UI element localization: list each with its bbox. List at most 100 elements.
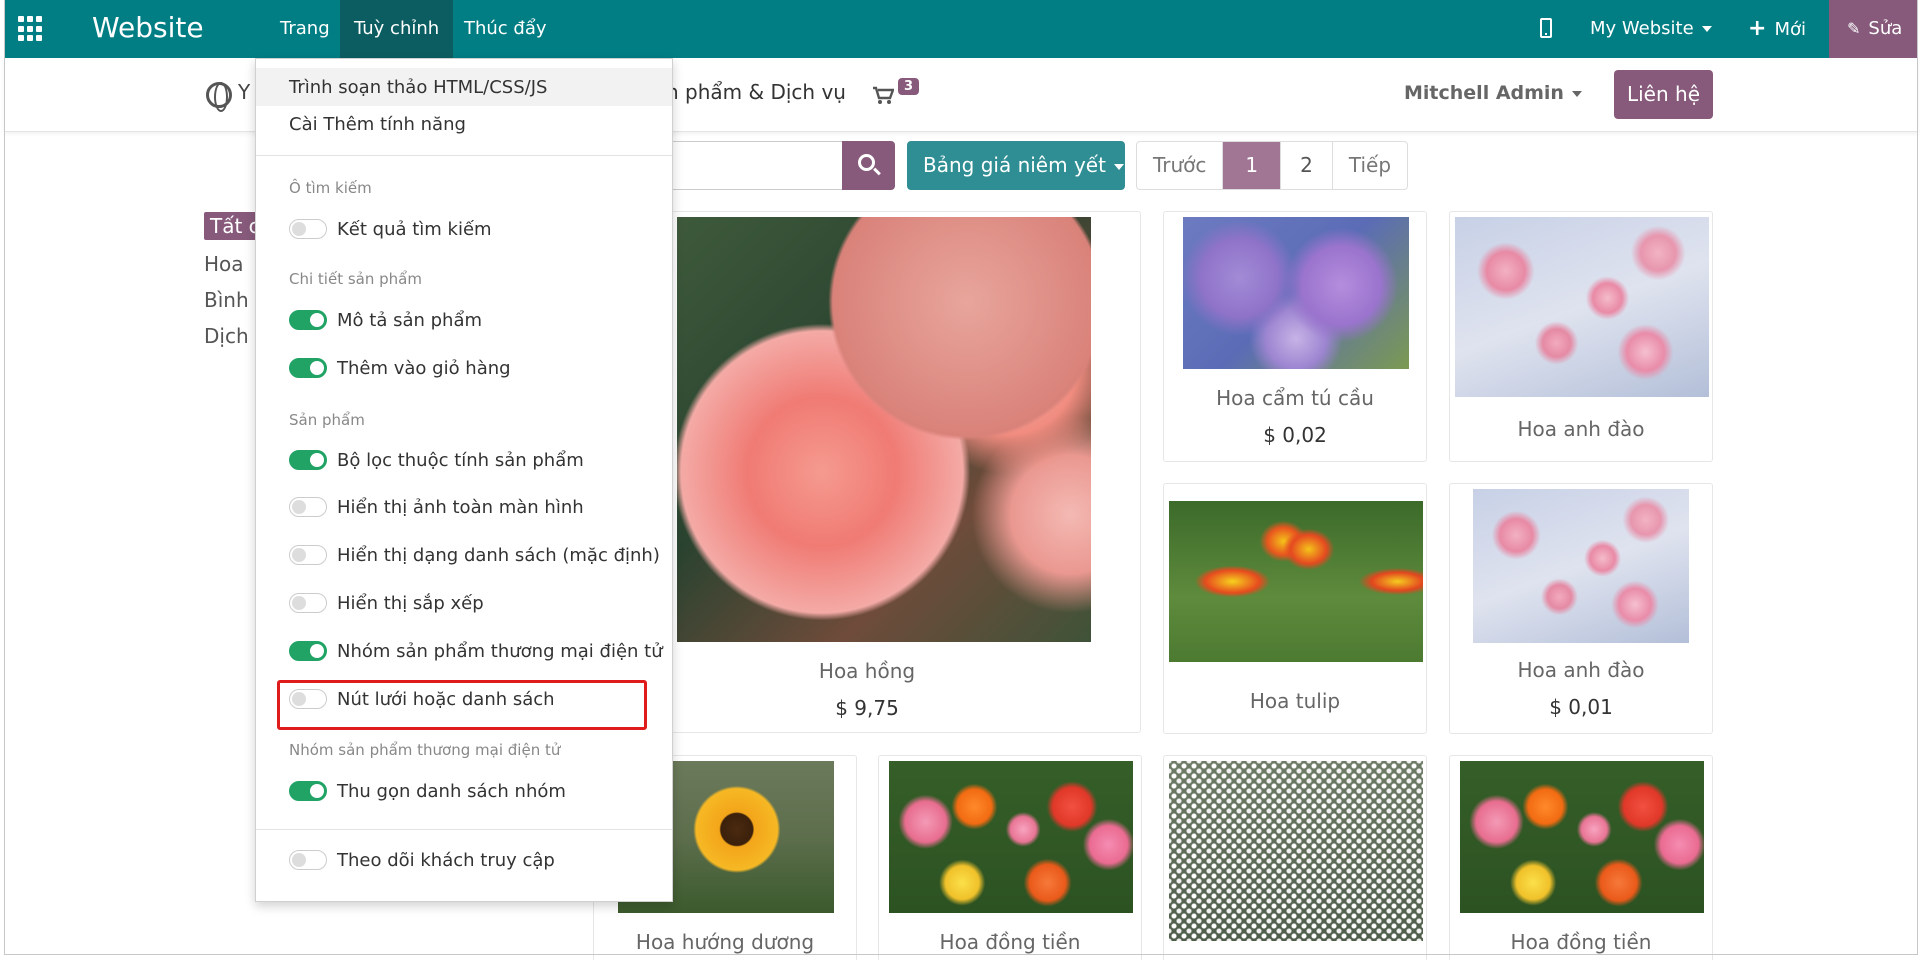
product-image[interactable] <box>1169 761 1423 941</box>
cart-count-badge: 3 <box>898 78 920 95</box>
toggle-switch[interactable] <box>289 219 327 239</box>
user-menu[interactable]: Mitchell Admin <box>1404 82 1582 104</box>
contact-button[interactable]: Liên hệ <box>1614 70 1713 119</box>
product-name[interactable]: Hoa tulip <box>1164 689 1426 713</box>
option-label: Mô tả sản phẩm <box>337 309 483 331</box>
product-image[interactable] <box>1455 217 1709 397</box>
divider <box>256 155 672 156</box>
product-image[interactable] <box>1473 489 1689 643</box>
top-navbar: Website Trang Tuỳ chỉnh Thúc đẩy My Webs… <box>4 0 1918 58</box>
menu-item-html-editor[interactable]: Trình soạn thảo HTML/CSS/JS <box>289 77 547 98</box>
cart-icon[interactable] <box>872 86 895 104</box>
option-label: Hiển thị sắp xếp <box>337 592 484 614</box>
menu-tuy-chinh[interactable]: Tuỳ chỉnh <box>340 0 454 58</box>
product-name[interactable]: Hoa cẩm tú cầu <box>1164 386 1426 410</box>
divider <box>256 829 672 830</box>
section-heading-products: Sản phẩm <box>289 411 365 429</box>
menu-item-install-features[interactable]: Cài Thêm tính năng <box>289 114 466 135</box>
pager-page-2[interactable]: 2 <box>1281 142 1333 189</box>
option-ecommerce-categories[interactable]: Nhóm sản phẩm thương mại điện tử <box>289 639 663 663</box>
option-label: Thu gọn danh sách nhóm <box>337 780 566 802</box>
category-dich[interactable]: Dịch <box>204 324 249 348</box>
option-search-results[interactable]: Kết quả tìm kiếm <box>289 217 492 241</box>
product-image[interactable] <box>1169 501 1423 662</box>
option-list-view-default[interactable]: Hiển thị dạng danh sách (mặc định) <box>289 543 660 567</box>
screen: Website Trang Tuỳ chỉnh Thúc đẩy My Webs… <box>0 0 1920 960</box>
product-image[interactable] <box>677 217 1091 642</box>
product-image[interactable] <box>1183 217 1409 369</box>
plus-icon: + <box>1748 16 1767 41</box>
option-show-sort[interactable]: Hiển thị sắp xếp <box>289 591 484 615</box>
option-track-visitors[interactable]: Theo dõi khách truy cập <box>289 848 555 872</box>
option-label: Thêm vào giỏ hàng <box>337 357 511 379</box>
toggle-switch[interactable] <box>289 358 327 378</box>
option-product-description[interactable]: Mô tả sản phẩm <box>289 308 482 332</box>
option-add-to-cart[interactable]: Thêm vào giỏ hàng <box>289 356 511 380</box>
product-card[interactable]: Hoa anh đào $ 0,01 <box>1449 483 1713 734</box>
toggle-switch[interactable] <box>289 310 327 330</box>
product-card[interactable] <box>1163 755 1427 960</box>
product-card[interactable]: Hoa anh đào <box>1449 211 1713 462</box>
option-label: Nút lưới hoặc danh sách <box>337 688 555 710</box>
toggle-switch[interactable] <box>289 850 327 870</box>
option-collapse-categories[interactable]: Thu gọn danh sách nhóm <box>289 779 566 803</box>
option-grid-list-button[interactable]: Nút lưới hoặc danh sách <box>289 687 555 711</box>
option-label: Hiển thị dạng danh sách (mặc định) <box>337 544 660 566</box>
product-card[interactable]: Hoa hồng $ 9,75 <box>593 211 1141 733</box>
apps-menu-icon[interactable] <box>18 16 44 42</box>
search-button[interactable] <box>842 141 895 190</box>
pager-next[interactable]: Tiếp <box>1333 142 1407 189</box>
pager: Trước 1 2 Tiếp <box>1136 141 1409 190</box>
pager-page-1[interactable]: 1 <box>1223 142 1282 189</box>
category-hoa[interactable]: Hoa <box>204 252 244 276</box>
toggle-switch[interactable] <box>289 781 327 801</box>
chevron-down-icon <box>1113 163 1124 170</box>
option-label: Kết quả tìm kiếm <box>337 218 492 240</box>
option-fullscreen-image[interactable]: Hiển thị ảnh toàn màn hình <box>289 495 584 519</box>
option-label: Bộ lọc thuộc tính sản phẩm <box>337 449 584 471</box>
product-image[interactable] <box>1460 761 1704 913</box>
section-heading-search: Ô tìm kiếm <box>289 179 372 197</box>
toggle-switch[interactable] <box>289 497 327 517</box>
pricelist-label: Bảng giá niêm yết <box>923 153 1106 177</box>
chevron-down-icon <box>1571 90 1582 97</box>
user-name: Mitchell Admin <box>1404 82 1564 104</box>
product-image[interactable] <box>889 761 1133 913</box>
product-name[interactable]: Hoa hồng <box>594 659 1140 683</box>
mobile-preview-icon[interactable] <box>1540 18 1552 38</box>
section-heading-ecommerce-categories: Nhóm sản phẩm thương mại điện tử <box>289 741 561 759</box>
product-card[interactable]: Hoa đồng tiền <box>1449 755 1713 960</box>
menu-thuc-day[interactable]: Thúc đẩy <box>450 0 561 58</box>
pricelist-dropdown[interactable]: Bảng giá niêm yết <box>907 141 1125 190</box>
product-name[interactable]: Hoa anh đào <box>1450 658 1712 682</box>
app-brand: Website <box>92 11 204 44</box>
product-price: $ 0,01 <box>1549 695 1613 719</box>
product-name[interactable]: Hoa anh đào <box>1450 417 1712 441</box>
toggle-switch[interactable] <box>289 545 327 565</box>
product-name[interactable]: Hoa đồng tiền <box>1450 930 1712 954</box>
toggle-switch[interactable] <box>289 450 327 470</box>
option-label: Theo dõi khách truy cập <box>337 849 555 871</box>
nav-link-partial[interactable]: Y <box>238 80 250 104</box>
nav-link-products-services[interactable]: n phẩm & Dịch vụ <box>666 80 846 104</box>
option-label: Hiển thị ảnh toàn màn hình <box>337 496 584 518</box>
edit-label: Sửa <box>1868 18 1903 39</box>
product-name[interactable]: Hoa hướng dương <box>594 930 856 954</box>
toggle-switch[interactable] <box>289 593 327 613</box>
product-card[interactable]: Hoa tulip <box>1163 483 1427 734</box>
edit-button[interactable]: ✎ Sửa <box>1829 0 1918 58</box>
category-binh[interactable]: Bình <box>204 288 249 312</box>
option-attribute-filter[interactable]: Bộ lọc thuộc tính sản phẩm <box>289 448 584 472</box>
toggle-switch[interactable] <box>289 641 327 661</box>
product-name[interactable]: Hoa đồng tiền <box>879 930 1141 954</box>
my-website-dropdown[interactable]: My Website <box>1590 0 1712 58</box>
menu-trang[interactable]: Trang <box>266 0 344 58</box>
my-website-label: My Website <box>1590 18 1694 39</box>
search-input[interactable] <box>660 141 842 190</box>
new-button[interactable]: + Mới <box>1748 0 1806 59</box>
pager-prev[interactable]: Trước <box>1137 142 1224 189</box>
product-card[interactable]: Hoa đồng tiền <box>878 755 1142 960</box>
toggle-switch[interactable] <box>289 689 327 709</box>
chevron-down-icon <box>1701 26 1712 32</box>
product-card[interactable]: Hoa cẩm tú cầu $ 0,02 <box>1163 211 1427 462</box>
